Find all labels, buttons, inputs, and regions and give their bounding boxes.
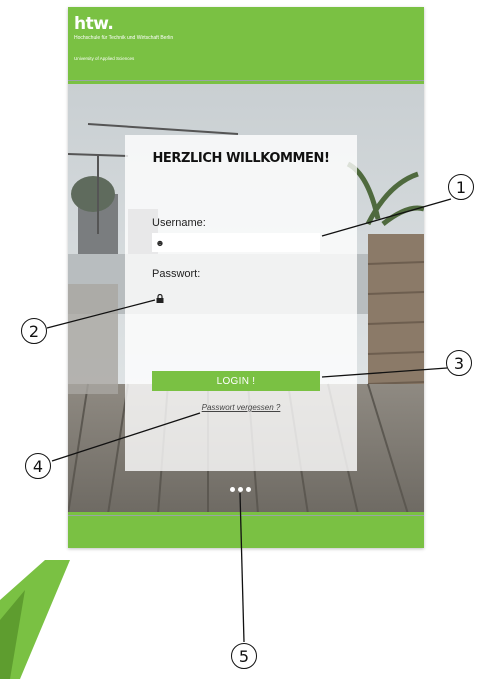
callout-lines xyxy=(46,198,452,643)
callout-4: 4 xyxy=(25,453,51,479)
callout-2: 2 xyxy=(21,318,47,344)
callout-3: 3 xyxy=(446,350,472,376)
callout-5: 5 xyxy=(231,643,257,669)
callout-1: 1 xyxy=(448,174,474,200)
